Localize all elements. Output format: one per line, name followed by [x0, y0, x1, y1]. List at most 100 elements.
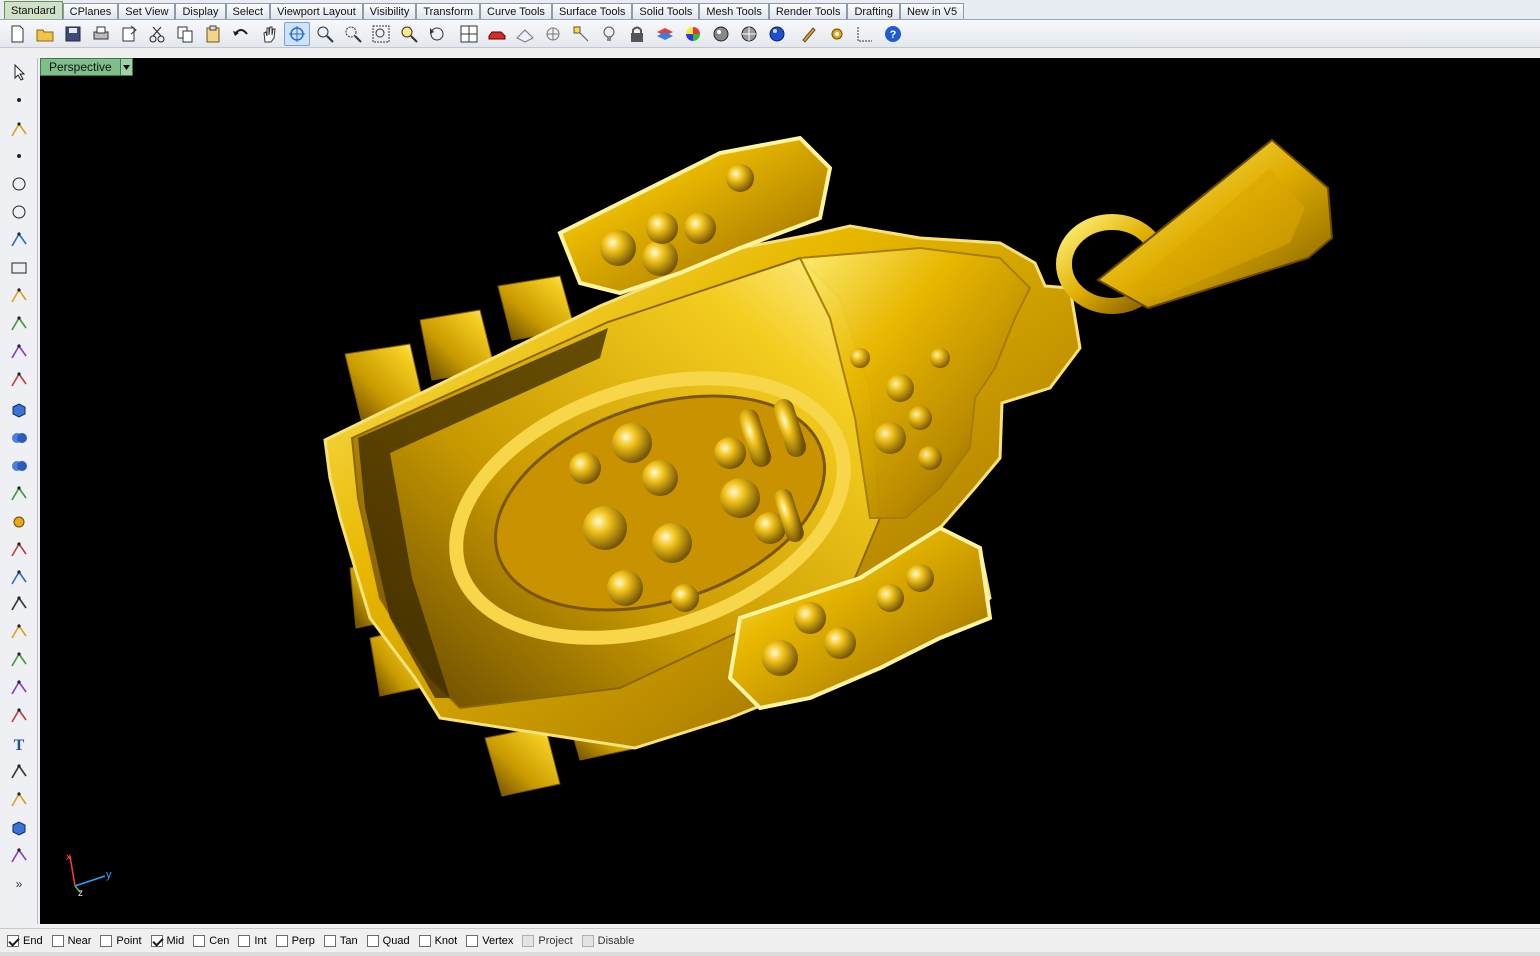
shaded-sphere-button[interactable] — [708, 22, 734, 46]
help-button[interactable]: ? — [880, 22, 906, 46]
lock-button[interactable] — [624, 22, 650, 46]
tab-display[interactable]: Display — [175, 3, 226, 19]
viewport-menu-arrow-icon[interactable] — [119, 59, 132, 75]
tab-set-view[interactable]: Set View — [118, 3, 176, 19]
osnap-vertex[interactable]: Vertex — [466, 934, 513, 947]
gear-options-button[interactable] — [824, 22, 850, 46]
new-file-button[interactable] — [4, 22, 30, 46]
curve-points-tool[interactable] — [6, 144, 32, 168]
fillet-curve-tool[interactable] — [6, 312, 32, 336]
polygon-tool[interactable] — [6, 228, 32, 252]
layer-button[interactable] — [652, 22, 678, 46]
grid-snap-button[interactable] — [540, 22, 566, 46]
box-solid-tool[interactable] — [6, 398, 32, 422]
copy-button[interactable] — [172, 22, 198, 46]
osnap-checkbox[interactable] — [275, 934, 288, 947]
zoom-extents-button[interactable] — [368, 22, 394, 46]
select-arrow-tool[interactable] — [6, 60, 32, 84]
scale-tool[interactable] — [6, 760, 32, 784]
print-button[interactable] — [88, 22, 114, 46]
arc-tool[interactable] — [6, 284, 32, 308]
tab-new-in-v5[interactable]: New in V5 — [899, 3, 965, 19]
tab-standard[interactable]: Standard — [4, 1, 63, 19]
cplane-button[interactable] — [512, 22, 538, 46]
rotate-view-button[interactable] — [284, 21, 310, 46]
undo-view-button[interactable] — [424, 22, 450, 46]
blue-sphere-button[interactable] — [764, 22, 790, 46]
rectangle-tool[interactable] — [6, 256, 32, 280]
open-folder-button[interactable] — [32, 22, 58, 46]
osnap-perp[interactable]: Perp — [275, 934, 315, 947]
osnap-project[interactable]: Project — [522, 934, 573, 947]
osnap-checkbox[interactable] — [193, 934, 206, 947]
zoom-dynamic-button[interactable] — [312, 22, 338, 46]
tab-render-tools[interactable]: Render Tools — [768, 3, 848, 19]
tab-solid-tools[interactable]: Solid Tools — [632, 3, 700, 19]
osnap-near[interactable]: Near — [51, 934, 91, 947]
object-snap-button[interactable] — [568, 22, 594, 46]
tab-select[interactable]: Select — [225, 3, 271, 19]
osnap-end[interactable]: End — [7, 934, 43, 947]
car-render-button[interactable] — [484, 22, 510, 46]
surface-corner-tool[interactable] — [6, 340, 32, 364]
light-bulb-button[interactable] — [596, 22, 622, 46]
group-tool[interactable] — [6, 648, 32, 672]
explode-tool[interactable] — [6, 592, 32, 616]
expand-tool[interactable]: » — [6, 872, 32, 896]
tab-mesh-tools[interactable]: Mesh Tools — [699, 3, 769, 19]
viewport-title-tab[interactable]: Perspective — [40, 58, 133, 76]
osnap-knot[interactable]: Knot — [418, 934, 457, 947]
tab-surface-tools[interactable]: Surface Tools — [551, 3, 633, 19]
extrude-surface-tool[interactable] — [6, 368, 32, 392]
point-tool[interactable] — [6, 88, 32, 112]
osnap-checkbox[interactable] — [581, 934, 594, 947]
rendered-sphere-button[interactable] — [736, 22, 762, 46]
perspective-viewport[interactable]: Perspective x y z — [40, 58, 1540, 924]
osnap-checkbox[interactable] — [150, 934, 163, 947]
osnap-disable[interactable]: Disable — [581, 934, 634, 947]
osnap-checkbox[interactable] — [323, 934, 336, 947]
fillet-edge-tool[interactable] — [6, 620, 32, 644]
block-tool[interactable] — [6, 816, 32, 840]
tab-cplanes[interactable]: CPlanes — [62, 3, 119, 19]
save-button[interactable] — [60, 22, 86, 46]
zoom-window-button[interactable] — [340, 22, 366, 46]
osnap-int[interactable]: Int — [238, 934, 267, 947]
array-tool[interactable] — [6, 788, 32, 812]
osnap-checkbox[interactable] — [418, 934, 431, 947]
tab-visibility[interactable]: Visibility — [362, 3, 417, 19]
osnap-mid[interactable]: Mid — [150, 934, 184, 947]
osnap-checkbox[interactable] — [366, 934, 379, 947]
move-tool[interactable] — [6, 704, 32, 728]
tab-transform[interactable]: Transform — [416, 3, 481, 19]
osnap-checkbox[interactable] — [238, 934, 251, 947]
undo-button[interactable] — [228, 22, 254, 46]
osnap-checkbox[interactable] — [522, 934, 535, 947]
osnap-checkbox[interactable] — [7, 934, 19, 947]
import-button[interactable] — [116, 22, 142, 46]
join-tool[interactable] — [6, 676, 32, 700]
zoom-selected-button[interactable] — [396, 22, 422, 46]
osnap-point[interactable]: Point — [100, 934, 142, 947]
gear-solid-tool[interactable] — [6, 510, 32, 534]
osnap-checkbox[interactable] — [100, 934, 113, 947]
osnap-quad[interactable]: Quad — [366, 934, 410, 947]
tab-viewport-layout[interactable]: Viewport Layout — [270, 3, 363, 19]
trim-tool[interactable] — [6, 538, 32, 562]
brush-button[interactable] — [796, 22, 822, 46]
dimension-button[interactable] — [852, 22, 878, 46]
polyline-tool[interactable] — [6, 118, 32, 142]
text-tool[interactable]: T — [6, 732, 32, 756]
cylinder-tool[interactable] — [6, 454, 32, 478]
osnap-checkbox[interactable] — [466, 934, 479, 947]
tab-drafting[interactable]: Drafting — [847, 3, 900, 19]
cut-button[interactable] — [144, 22, 170, 46]
mesh-plane-tool[interactable] — [6, 482, 32, 506]
osnap-cen[interactable]: Cen — [193, 934, 229, 947]
split-tool[interactable] — [6, 566, 32, 590]
pan-hand-button[interactable] — [256, 22, 282, 46]
color-wheel-button[interactable] — [680, 22, 706, 46]
dimension-side-tool[interactable] — [6, 844, 32, 868]
ellipse-tool[interactable] — [6, 200, 32, 224]
paste-button[interactable] — [200, 22, 226, 46]
